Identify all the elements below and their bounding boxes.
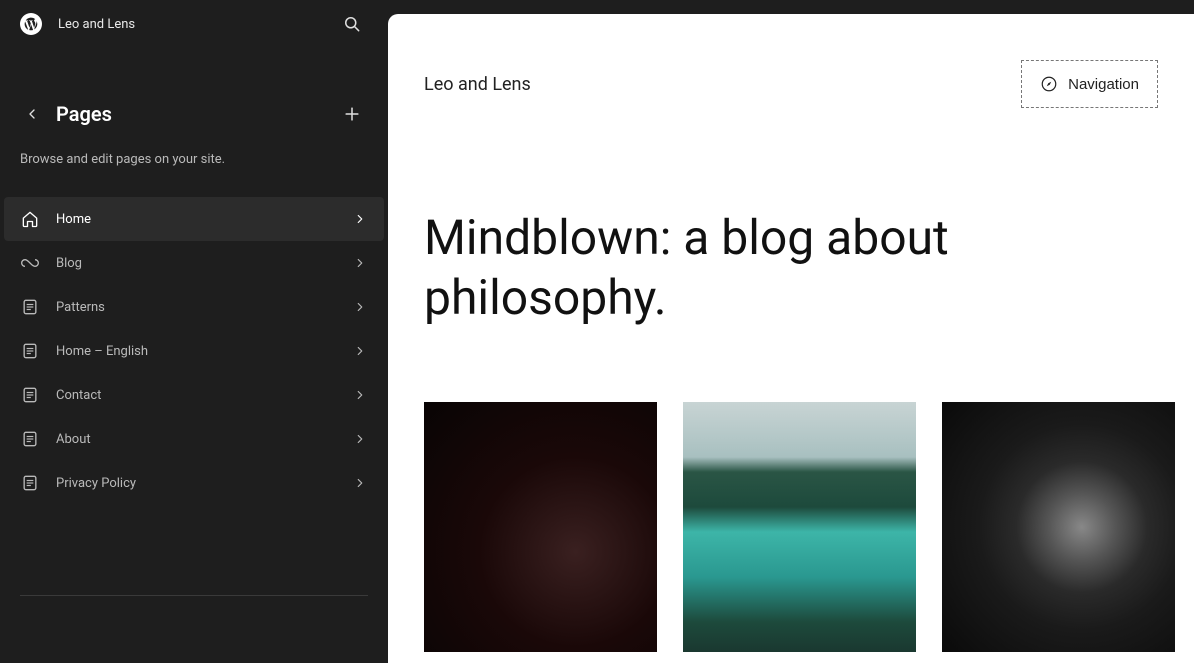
navigation-label: Navigation <box>1068 76 1139 93</box>
sidebar-nav: Pages <box>0 48 388 144</box>
chevron-right-icon <box>352 343 368 359</box>
loop-icon <box>20 253 40 273</box>
sidebar-item-contact[interactable]: Contact <box>4 373 384 417</box>
page-icon <box>20 385 40 405</box>
nav-title: Pages <box>56 102 324 126</box>
sidebar-item-about[interactable]: About <box>4 417 384 461</box>
page-list: Home Blog Patterns <box>0 197 388 505</box>
chevron-right-icon <box>352 475 368 491</box>
site-name: Leo and Lens <box>58 17 320 32</box>
home-icon <box>20 209 40 229</box>
plus-icon <box>342 104 362 124</box>
gallery <box>388 378 1194 652</box>
sidebar-header: Leo and Lens <box>0 0 388 48</box>
sidebar-item-label: Blog <box>56 256 336 271</box>
chevron-right-icon <box>352 387 368 403</box>
chevron-right-icon <box>352 211 368 227</box>
sidebar-item-label: About <box>56 432 336 447</box>
nav-description: Browse and edit pages on your site. <box>0 144 388 197</box>
gallery-image-mountain[interactable] <box>683 402 916 652</box>
sidebar-divider <box>20 595 368 596</box>
search-icon <box>342 14 362 34</box>
search-button[interactable] <box>336 8 368 40</box>
content-site-name: Leo and Lens <box>424 74 531 95</box>
page-icon <box>20 429 40 449</box>
sidebar-item-label: Contact <box>56 388 336 403</box>
page-icon <box>20 341 40 361</box>
sidebar-item-label: Home – English <box>56 344 336 359</box>
chevron-right-icon <box>352 255 368 271</box>
sidebar-item-privacy-policy[interactable]: Privacy Policy <box>4 461 384 505</box>
chevron-right-icon <box>352 431 368 447</box>
content-preview: Leo and Lens Navigation Mindblown: a blo… <box>388 14 1194 663</box>
page-headline[interactable]: Mindblown: a blog about philosophy. <box>388 118 1194 378</box>
chevron-right-icon <box>352 299 368 315</box>
sidebar-item-patterns[interactable]: Patterns <box>4 285 384 329</box>
sidebar-item-blog[interactable]: Blog <box>4 241 384 285</box>
back-button[interactable] <box>20 102 44 126</box>
compass-icon <box>1040 75 1058 93</box>
chevron-left-icon <box>24 106 40 122</box>
add-page-button[interactable] <box>336 98 368 130</box>
navigation-block-button[interactable]: Navigation <box>1021 60 1158 108</box>
gallery-image-camera[interactable] <box>424 402 657 652</box>
sidebar-item-home[interactable]: Home <box>4 197 384 241</box>
sidebar-item-label: Home <box>56 212 336 227</box>
sidebar-item-home-english[interactable]: Home – English <box>4 329 384 373</box>
page-icon <box>20 473 40 493</box>
wordpress-logo-icon[interactable] <box>20 13 42 35</box>
gallery-image-car[interactable] <box>942 402 1175 652</box>
sidebar: Leo and Lens Pages Browse and edit pages… <box>0 0 388 663</box>
sidebar-item-label: Patterns <box>56 300 336 315</box>
sidebar-item-label: Privacy Policy <box>56 476 336 491</box>
page-icon <box>20 297 40 317</box>
content-header: Leo and Lens Navigation <box>388 44 1194 118</box>
